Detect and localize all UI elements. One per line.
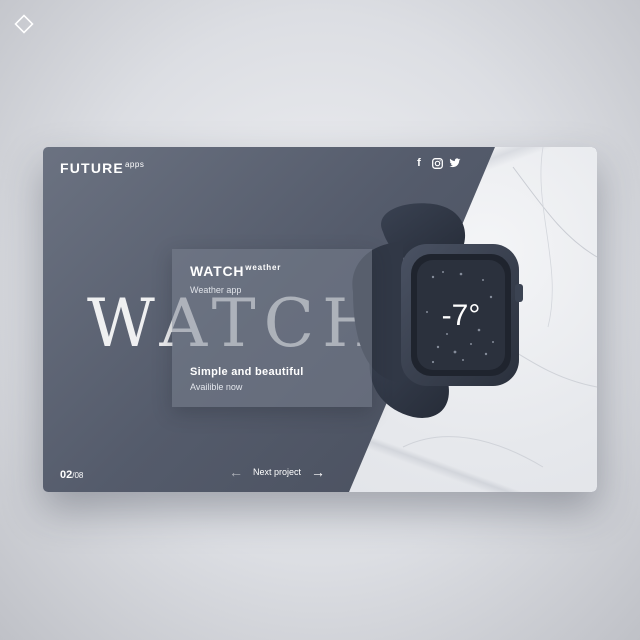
project-navigation: ← Next project → xyxy=(229,465,325,479)
panel-title: WATCHweather xyxy=(190,263,281,279)
watch-temperature: -7° xyxy=(442,299,481,332)
page-current: 02 xyxy=(60,469,73,481)
panel-tagline: Simple and beautiful xyxy=(190,366,304,378)
next-project-link[interactable]: Next project xyxy=(253,467,301,477)
panel-title-main: WATCH xyxy=(190,263,245,279)
arrow-left-icon[interactable]: ← xyxy=(229,465,243,479)
instagram-icon[interactable] xyxy=(431,157,443,169)
project-card: FUTUREapps f WATCH xyxy=(43,147,597,492)
facebook-icon[interactable]: f xyxy=(413,157,425,169)
brand-suffix: apps xyxy=(124,160,145,169)
project-info-panel: WATCHweather Weather app Simple and beau… xyxy=(172,249,372,407)
panel-title-suffix: weather xyxy=(245,263,282,272)
diamond-logo-icon xyxy=(14,14,34,34)
page-indicator: 02/08 xyxy=(60,469,83,481)
panel-subtitle: Weather app xyxy=(190,285,242,295)
twitter-icon[interactable] xyxy=(449,157,461,169)
brand-name: FUTURE xyxy=(60,160,124,176)
arrow-right-icon[interactable]: → xyxy=(311,465,325,479)
brand-logo[interactable]: FUTUREapps xyxy=(60,160,144,176)
page-total: /08 xyxy=(72,471,84,480)
social-links: f xyxy=(413,157,461,169)
panel-availability: Availible now xyxy=(190,382,243,392)
